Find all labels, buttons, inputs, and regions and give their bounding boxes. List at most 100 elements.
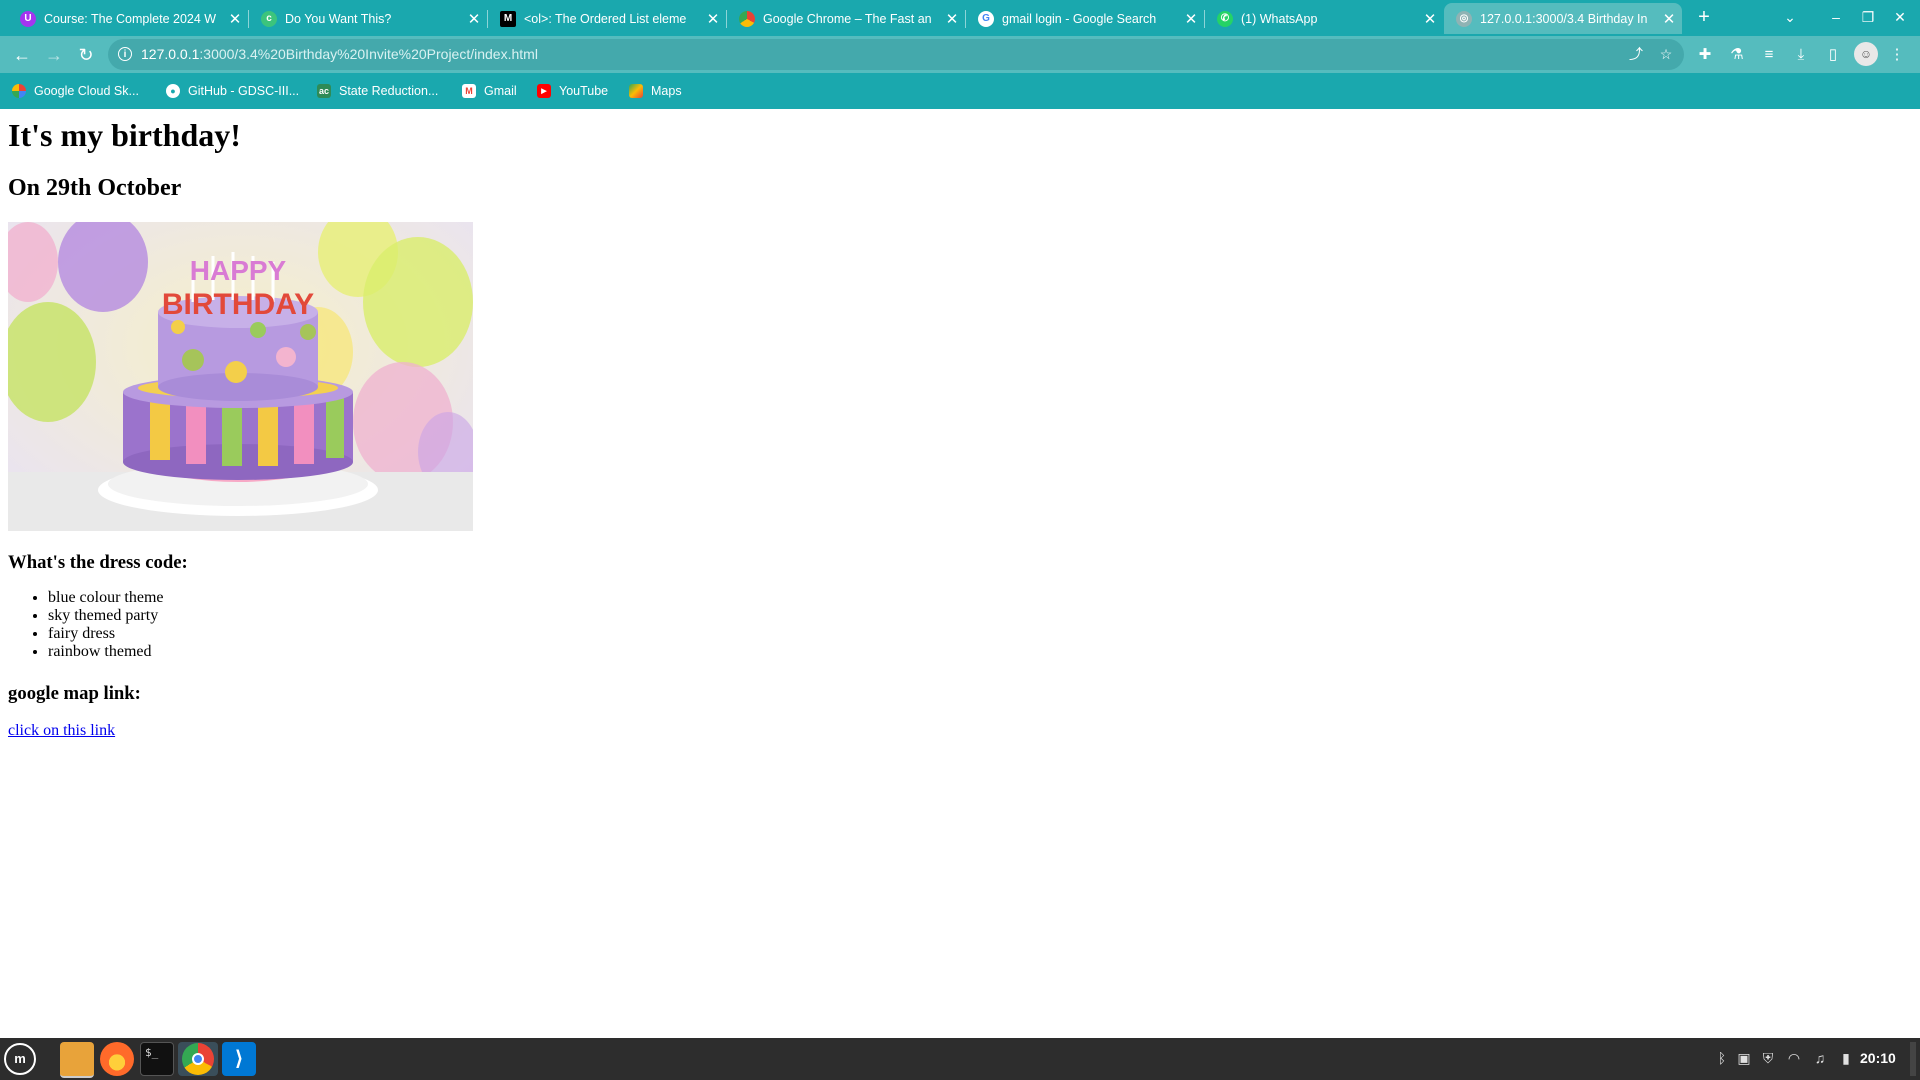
tab-whatsapp[interactable]: ✆ (1) WhatsApp ✕: [1205, 3, 1443, 34]
bluetooth-icon[interactable]: ᛒ: [1712, 1050, 1732, 1066]
bookmark-label: Google Cloud Sk...: [34, 84, 139, 98]
dress-code-heading: What's the dress code:: [8, 552, 188, 573]
state-reduction-icon: ac: [317, 84, 331, 98]
extensions-icon[interactable]: ✚: [1694, 44, 1716, 66]
tab-title: Do You Want This?: [285, 11, 392, 26]
tab-google-chrome[interactable]: Google Chrome – The Fast an ✕: [727, 3, 965, 34]
bookmarks-bar: Google Cloud Sk... ● GitHub - GDSC-III..…: [0, 73, 1920, 109]
dress-code-list: blue colour theme sky themed party fairy…: [8, 589, 164, 661]
youtube-icon: ▶: [537, 84, 551, 98]
mint-menu-icon[interactable]: m: [4, 1043, 36, 1075]
bookmark-label: State Reduction...: [339, 84, 439, 98]
vscode-icon[interactable]: ⟩: [222, 1042, 256, 1076]
page-title: It's my birthday!: [8, 117, 241, 153]
reload-icon[interactable]: ↻: [74, 43, 98, 67]
close-tab-icon[interactable]: ✕: [700, 10, 726, 28]
map-link[interactable]: click on this link: [8, 722, 115, 740]
list-item: fairy dress: [48, 625, 164, 643]
google-cloud-icon: [12, 84, 26, 98]
bookmark-gmail[interactable]: M Gmail: [462, 82, 517, 100]
audio-icon[interactable]: ♫: [1810, 1050, 1830, 1066]
page-content: It's my birthday! On 29th October HAPPY …: [0, 109, 1920, 1038]
download-icon[interactable]: ⤓: [1790, 44, 1812, 66]
bookmark-youtube[interactable]: ▶ YouTube: [537, 82, 608, 100]
address-bar[interactable]: i 127.0.0.1:3000/3.4%20Birthday%20Invite…: [108, 39, 1684, 70]
chrome-taskbar-item[interactable]: [178, 1042, 218, 1076]
tab-title: Google Chrome – The Fast an: [763, 11, 932, 26]
gmail-icon: M: [462, 84, 476, 98]
date-heading: On 29th October: [8, 175, 182, 201]
mdn-icon: M: [500, 10, 516, 27]
google-icon: G: [978, 10, 994, 27]
list-item: blue colour theme: [48, 589, 164, 607]
chrome-icon: [739, 10, 755, 27]
browser-chrome: U Course: The Complete 2024 W ✕ c Do You…: [0, 0, 1920, 109]
udemy-icon: U: [20, 10, 36, 27]
tab-birthday-invite[interactable]: ◎ 127.0.0.1:3000/3.4 Birthday In ✕: [1444, 3, 1682, 34]
share-icon[interactable]: ⤴: [1626, 44, 1646, 64]
minimize-icon[interactable]: –: [1824, 6, 1848, 28]
green-circle-icon: c: [261, 10, 277, 27]
new-tab-button[interactable]: +: [1692, 6, 1716, 28]
files-icon[interactable]: [60, 1042, 94, 1078]
bookmark-google-cloud[interactable]: Google Cloud Sk...: [12, 82, 139, 100]
terminal-icon[interactable]: $_: [140, 1042, 174, 1076]
close-tab-icon[interactable]: ✕: [222, 10, 248, 28]
globe-icon: ◎: [1456, 10, 1472, 27]
reading-list-icon[interactable]: ≡: [1758, 44, 1780, 66]
bookmark-label: Gmail: [484, 84, 517, 98]
bookmark-star-icon[interactable]: ☆: [1656, 44, 1676, 64]
labs-flask-icon[interactable]: ⚗: [1726, 44, 1748, 66]
tab-title: <ol>: The Ordered List eleme: [524, 11, 687, 26]
list-item: rainbow themed: [48, 643, 164, 661]
cake-banner-top: HAPPY: [190, 255, 287, 286]
tab-gmail-search[interactable]: G gmail login - Google Search ✕: [966, 3, 1204, 34]
back-icon[interactable]: ←: [10, 43, 34, 67]
tab-do-you-want-this[interactable]: c Do You Want This? ✕: [249, 3, 487, 34]
side-panel-icon[interactable]: ▯: [1822, 44, 1844, 66]
shield-icon[interactable]: ⛨: [1758, 1050, 1778, 1067]
bookmark-label: GitHub - GDSC-III...: [188, 84, 300, 98]
bookmark-github[interactable]: ● GitHub - GDSC-III...: [166, 82, 299, 100]
list-item: sky themed party: [48, 607, 164, 625]
cake-banner-bottom: BIRTHDAY: [162, 288, 314, 321]
close-tab-icon[interactable]: ✕: [1417, 10, 1443, 28]
close-tab-icon[interactable]: ✕: [461, 10, 487, 28]
browser-toolbar: ← → ↻ i 127.0.0.1:3000/3.4%20Birthday%20…: [0, 36, 1920, 73]
whatsapp-icon: ✆: [1217, 10, 1233, 27]
bookmark-state-reduction[interactable]: ac State Reduction...: [317, 82, 438, 100]
tab-title: 127.0.0.1:3000/3.4 Birthday In: [1480, 11, 1648, 26]
bookmark-label: YouTube: [559, 84, 609, 98]
taskbar-clock[interactable]: 20:10: [1860, 1050, 1896, 1066]
url-text[interactable]: 127.0.0.1:3000/3.4%20Birthday%20Invite%2…: [141, 46, 538, 62]
close-window-icon[interactable]: ✕: [1888, 6, 1912, 28]
menu-kebab-icon[interactable]: ⋮: [1886, 44, 1908, 66]
clipboard-icon[interactable]: ▣: [1734, 1050, 1754, 1067]
tab-title: Course: The Complete 2024 W: [44, 11, 217, 26]
battery-icon[interactable]: ▮: [1836, 1050, 1856, 1067]
chrome-icon: [182, 1043, 214, 1075]
github-icon: ●: [166, 84, 180, 98]
firefox-icon[interactable]: [100, 1042, 134, 1076]
restore-icon[interactable]: ❐: [1856, 6, 1880, 28]
map-heading: google map link:: [8, 683, 141, 704]
bookmark-label: Maps: [651, 84, 682, 98]
bookmark-maps[interactable]: Maps: [629, 82, 682, 100]
wifi-icon[interactable]: ◠: [1784, 1050, 1804, 1067]
close-tab-icon[interactable]: ✕: [939, 10, 965, 28]
forward-icon[interactable]: →: [42, 43, 66, 67]
birthday-cake-image: HAPPY BIRTHDAY: [8, 222, 473, 531]
url-host: 127.0.0.1: [141, 46, 200, 62]
tab-search-chevron-icon[interactable]: ⌄: [1778, 6, 1802, 28]
profile-avatar[interactable]: ☺: [1854, 42, 1878, 66]
tab-strip: U Course: The Complete 2024 W ✕ c Do You…: [0, 0, 1920, 35]
site-info-icon[interactable]: i: [118, 47, 132, 61]
taskbar: m $_ ⟩ ᛒ ▣ ⛨ ◠ ♫ ▮ 20:10: [0, 1038, 1920, 1080]
maps-icon: [629, 84, 643, 98]
url-path: :3000/3.4%20Birthday%20Invite%20Project/…: [199, 46, 538, 62]
close-tab-icon[interactable]: ✕: [1656, 10, 1682, 28]
tab-udemy-course[interactable]: U Course: The Complete 2024 W ✕: [8, 3, 248, 34]
show-desktop-button[interactable]: [1910, 1042, 1916, 1076]
close-tab-icon[interactable]: ✕: [1178, 10, 1204, 28]
tab-mdn-ol[interactable]: M <ol>: The Ordered List eleme ✕: [488, 3, 726, 34]
